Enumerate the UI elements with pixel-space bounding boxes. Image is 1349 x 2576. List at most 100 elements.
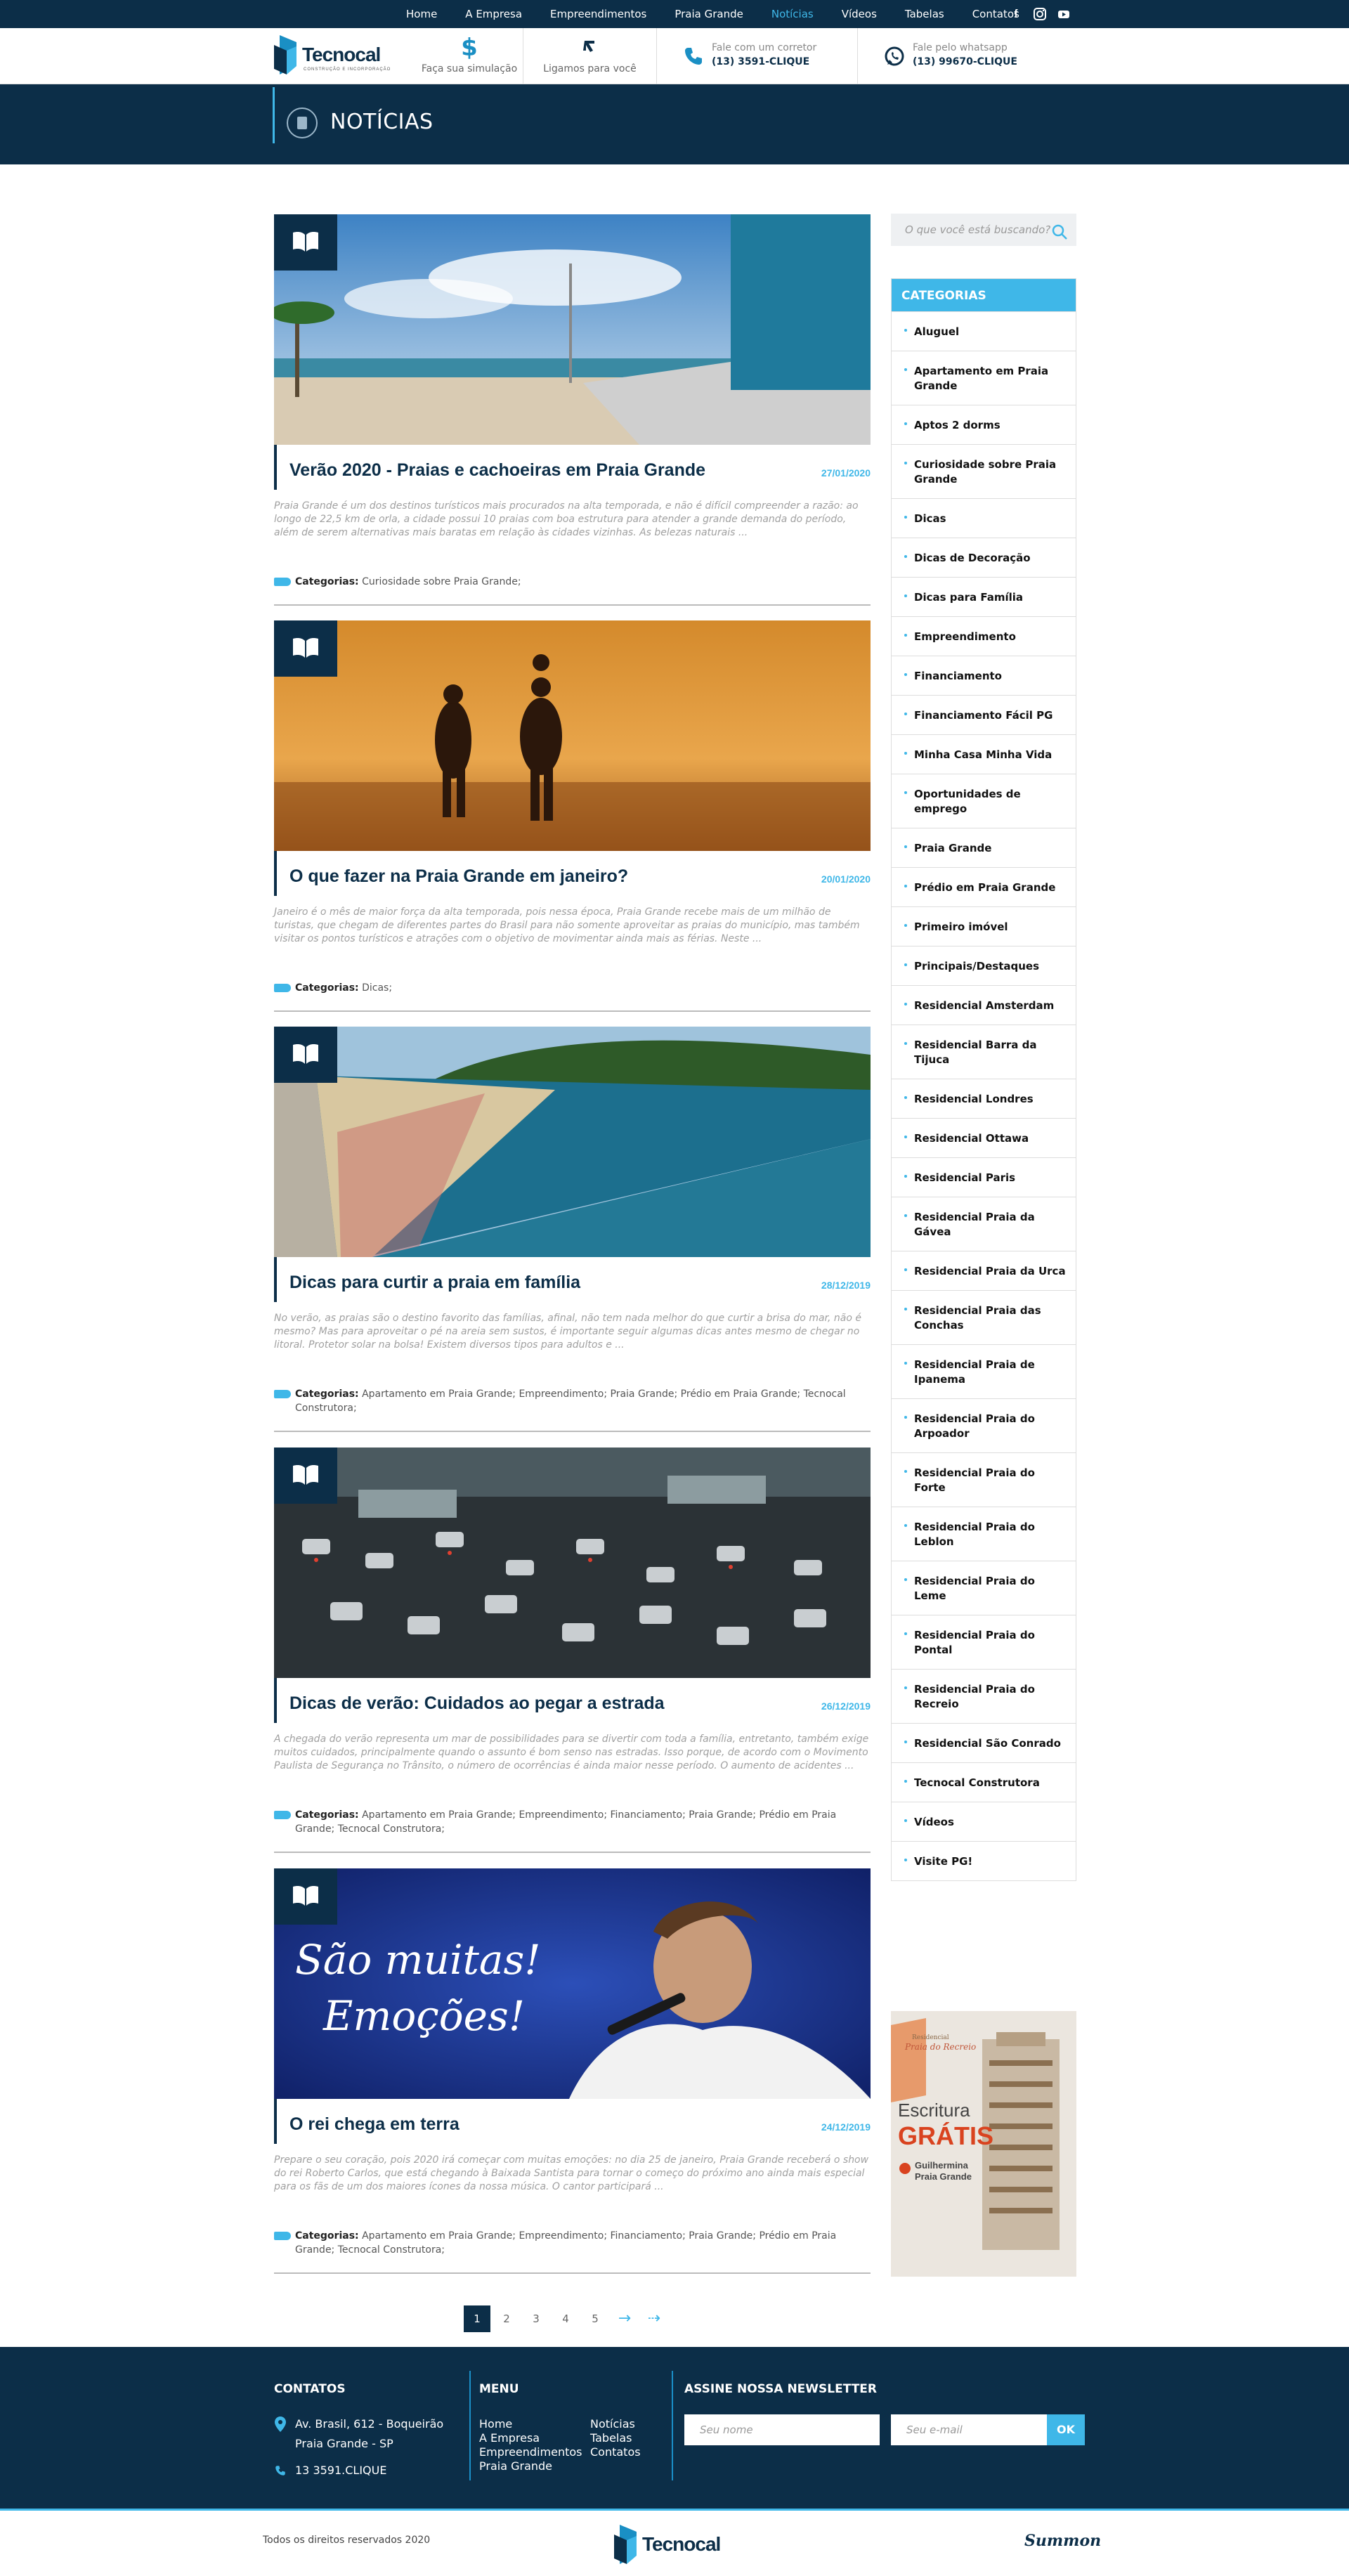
sidebar-category[interactable]: Visite PG! [892,1841,1076,1880]
sidebar-category[interactable]: Apartamento em Praia Grande [892,351,1076,405]
sidebar-category[interactable]: Dicas para Família [892,577,1076,616]
footer-phone[interactable]: 13 3591.CLIQUE [295,2464,386,2478]
sidebar-category[interactable]: Praia Grande [892,828,1076,867]
page-3[interactable]: 3 [523,2305,549,2332]
footer-link-tabelas[interactable]: Tabelas [590,2431,641,2445]
page-4[interactable]: 4 [552,2305,579,2332]
post-title[interactable]: Verão 2020 - Praias e cachoeiras em Prai… [289,460,705,481]
search-icon[interactable] [1051,223,1068,240]
sidebar-category[interactable]: Residencial Ottawa [892,1118,1076,1157]
sidebar-category[interactable]: Financiamento [892,656,1076,695]
facebook-icon[interactable]: f [1009,7,1023,21]
post-divider [274,1431,871,1432]
categories-list[interactable]: Apartamento em Praia Grande; Empreendime… [295,1388,846,1414]
footer-link-empreendimentos[interactable]: Empreendimentos [479,2445,582,2459]
nav-tabelas[interactable]: Tabelas [905,8,944,20]
sidebar-category[interactable]: Residencial Praia do Arpoador [892,1398,1076,1452]
post-image[interactable] [274,620,871,851]
sidebar-category[interactable]: Residencial São Conrado [892,1723,1076,1762]
pagination: 1 2 3 4 5 → ⇢ [464,2305,670,2332]
post-header: O que fazer na Praia Grande em janeiro? … [274,851,871,896]
sidebar-category[interactable]: Residencial Praia da Gávea [892,1197,1076,1251]
nav-empresa[interactable]: A Empresa [465,8,522,20]
sidebar-ad-banner[interactable]: Residencial Praia do Recreio Escritura G… [891,2011,1076,2277]
dollar-icon: $ [461,34,478,62]
page-1[interactable]: 1 [464,2305,490,2332]
youtube-icon[interactable] [1057,7,1071,21]
footer-logo[interactable]: Tecnocal [613,2520,734,2568]
post-title[interactable]: Dicas de verão: Cuidados ao pegar a estr… [289,1693,665,1714]
categories-list[interactable]: Apartamento em Praia Grande; Empreendime… [295,2230,836,2256]
post-excerpt: Praia Grande é um dos destinos turístico… [274,500,859,538]
categories-list[interactable]: Apartamento em Praia Grande; Empreendime… [295,1809,836,1835]
nav-empreendimentos[interactable]: Empreendimentos [550,8,646,20]
categories-list[interactable]: Curiosidade sobre Praia Grande; [362,576,521,587]
sidebar-category[interactable]: Principais/Destaques [892,946,1076,985]
footer-link-praia-grande[interactable]: Praia Grande [479,2459,582,2473]
post-image[interactable] [274,1027,871,1257]
sidebar-category[interactable]: Residencial Praia do Forte [892,1452,1076,1507]
sidebar-category[interactable]: Residencial Barra da Tijuca [892,1024,1076,1079]
sidebar-category[interactable]: Oportunidades de emprego [892,774,1076,828]
sidebar-category[interactable]: Residencial Praia das Conchas [892,1290,1076,1344]
sidebar-category[interactable]: Residencial Amsterdam [892,985,1076,1024]
page-5[interactable]: 5 [582,2305,608,2332]
search-box[interactable]: O que você está buscando? [891,214,1076,246]
categories-list[interactable]: Dicas; [362,982,392,994]
nav-praia-grande[interactable]: Praia Grande [674,8,743,20]
location-pin-icon [275,2416,286,2432]
simulation-link[interactable]: $ Faça sua simulação [416,28,523,84]
instagram-icon[interactable] [1033,7,1047,21]
sidebar-category[interactable]: Residencial Praia do Recreio [892,1669,1076,1723]
sidebar-category[interactable]: Minha Casa Minha Vida [892,734,1076,774]
sidebar-category[interactable]: Financiamento Fácil PG [892,695,1076,734]
post-title[interactable]: O rei chega em terra [289,2114,460,2135]
whatsapp-contact[interactable]: Fale pelo whatsapp (13) 99670-CLIQUE [857,28,1082,84]
post-image[interactable] [274,214,871,445]
social-links: f [1009,7,1071,21]
sidebar-category[interactable]: Residencial Praia de Ipanema [892,1344,1076,1398]
sidebar-category[interactable]: Prédio em Praia Grande [892,867,1076,906]
sidebar-category[interactable]: Residencial Praia do Pontal [892,1615,1076,1669]
nav-noticias[interactable]: Notícias [771,8,814,20]
footer-link-empresa[interactable]: A Empresa [479,2431,582,2445]
logo[interactable]: Tecnocal CONSTRUÇÃO E INCORPORAÇÃO [273,31,393,79]
sidebar-category[interactable]: Residencial Praia do Leblon [892,1507,1076,1561]
callback-link[interactable]: Ligamos para você [523,28,656,84]
book-icon [293,232,318,252]
sidebar-category[interactable]: Residencial Praia do Leme [892,1561,1076,1615]
sidebar-category[interactable]: Dicas de Decoração [892,538,1076,577]
sidebar-category[interactable]: Primeiro imóvel [892,906,1076,946]
search-input[interactable]: O que você está buscando? [905,223,1050,236]
newsletter-name-input[interactable]: Seu nome [684,2414,880,2445]
nav-videos[interactable]: Vídeos [842,8,877,20]
footer-link-home[interactable]: Home [479,2417,582,2431]
nav-home[interactable]: Home [406,8,437,20]
page-2[interactable]: 2 [493,2305,520,2332]
sidebar-category[interactable]: Curiosidade sobre Praia Grande [892,444,1076,498]
phone-icon [685,48,702,65]
sidebar-category[interactable]: Aluguel [892,311,1076,351]
ad-headline-2: GRÁTIS [898,2121,993,2150]
newsletter-email-input[interactable]: Seu e-mail [891,2414,1047,2445]
sidebar-category[interactable]: Residencial Paris [892,1157,1076,1197]
post-image[interactable]: São muitas! Emoções! [274,1868,871,2099]
phone-contact[interactable]: Fale com um corretor (13) 3591-CLIQUE [656,28,857,84]
last-page-arrow-icon[interactable]: ⇢ [641,2305,667,2332]
post-title[interactable]: O que fazer na Praia Grande em janeiro? [289,866,628,887]
next-page-arrow-icon[interactable]: → [611,2305,638,2332]
sidebar-category[interactable]: Vídeos [892,1802,1076,1841]
post-image[interactable] [274,1448,871,1678]
sidebar-category[interactable]: Residencial Praia da Urca [892,1251,1076,1290]
sidebar-category[interactable]: Tecnocal Construtora [892,1762,1076,1802]
post-divider [274,2272,871,2274]
agency-logo[interactable]: Summon [1024,2532,1101,2550]
footer-link-contatos[interactable]: Contatos [590,2445,641,2459]
sidebar-category[interactable]: Aptos 2 dorms [892,405,1076,444]
sidebar-category[interactable]: Residencial Londres [892,1079,1076,1118]
newsletter-ok-button[interactable]: OK [1047,2414,1085,2445]
post-title[interactable]: Dicas para curtir a praia em família [289,1273,580,1293]
footer-link-noticias[interactable]: Notícias [590,2417,641,2431]
sidebar-category[interactable]: Empreendimento [892,616,1076,656]
sidebar-category[interactable]: Dicas [892,498,1076,538]
